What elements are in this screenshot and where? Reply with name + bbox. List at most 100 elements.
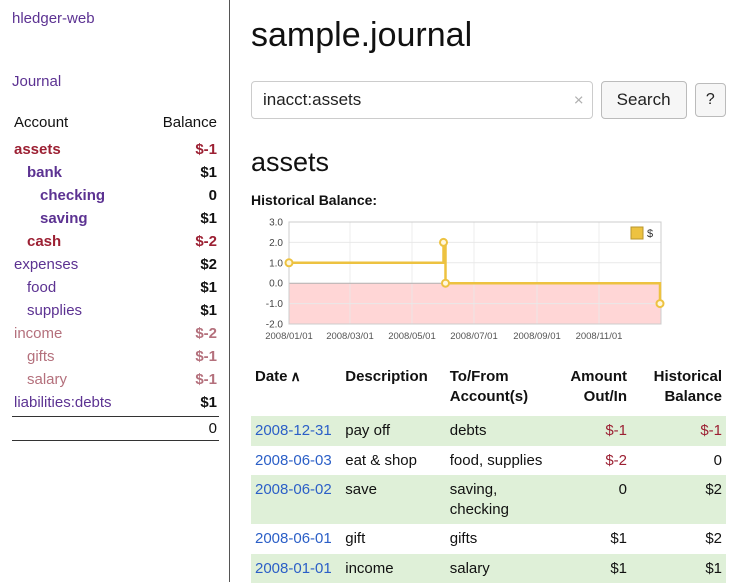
account-balance: $-1: [195, 141, 217, 158]
transaction-date-link[interactable]: 2008-01-01: [255, 560, 332, 577]
y-tick-label: -2.0: [266, 320, 284, 331]
sidebar-account-row: supplies $1: [12, 299, 219, 322]
register-amount-cell: $-2: [550, 446, 631, 476]
data-point-marker: [440, 239, 447, 246]
account-page-title: assets: [251, 147, 726, 178]
transaction-date-link[interactable]: 2008-06-02: [255, 481, 332, 498]
register-accounts-cell: debts: [446, 416, 551, 446]
x-tick-label: 2008/05/01: [388, 331, 436, 342]
register-balance-cell: $1: [631, 554, 726, 583]
account-balance: $1: [200, 302, 217, 319]
register-description-cell: pay off: [341, 416, 446, 446]
account-link[interactable]: supplies: [14, 302, 82, 319]
help-button[interactable]: ?: [695, 83, 726, 117]
register-description-cell: save: [341, 475, 446, 524]
accounts-total-value: 0: [209, 420, 217, 437]
account-balance: $-1: [195, 371, 217, 388]
register-accounts-cell: saving, checking: [446, 475, 551, 524]
account-balance: $-1: [195, 348, 217, 365]
historical-balance-chart: 3.0 2.0 1.0 0.0 -1.0 -2.02008/01/01 2008/03/01…: [251, 216, 671, 346]
search-button[interactable]: Search: [601, 81, 687, 119]
account-link[interactable]: income: [14, 325, 62, 342]
main-content: sample.journal × Search ? assets Histori…: [231, 0, 742, 582]
register-date-cell: 2008-06-02: [251, 475, 341, 524]
column-header-accounts: To/From Account(s): [446, 363, 551, 416]
accounts-header-balance: Balance: [163, 114, 217, 131]
sidebar-account-row: bank $1: [12, 161, 219, 184]
x-tick-label: 2008/03/01: [326, 331, 374, 342]
column-header-amount: Amount Out/In: [550, 363, 631, 416]
register-amount-cell: $1: [550, 524, 631, 554]
legend-swatch: [631, 227, 643, 239]
register-header-row: Date∧ Description To/From Account(s) Amo…: [251, 363, 726, 416]
column-header-balance: Historical Balance: [631, 363, 726, 416]
column-header-date[interactable]: Date∧: [251, 363, 341, 416]
y-tick-label: 3.0: [269, 218, 283, 229]
register-description-cell: income: [341, 554, 446, 583]
register-description-cell: eat & shop: [341, 446, 446, 476]
register-balance-cell: 0: [631, 446, 726, 476]
register-date-cell: 2008-06-01: [251, 524, 341, 554]
transaction-date-link[interactable]: 2008-12-31: [255, 422, 332, 439]
register-description-cell: gift: [341, 524, 446, 554]
x-tick-label: 2008/09/01: [513, 331, 561, 342]
register-amount-cell: $-1: [550, 416, 631, 446]
register-row: 2008-01-01 income salary $1 $1: [251, 554, 726, 583]
accounts-header-account: Account: [14, 114, 68, 131]
data-point-marker: [442, 280, 449, 287]
accounts-header: Account Balance: [12, 112, 219, 138]
account-link[interactable]: saving: [14, 210, 88, 227]
register-body: 2008-12-31 pay off debts $-1 $-1 2008-06…: [251, 416, 726, 583]
register-accounts-cell: salary: [446, 554, 551, 583]
sidebar-account-row: salary $-1: [12, 368, 219, 391]
y-tick-label: 2.0: [269, 238, 283, 249]
x-tick-label: 2008/01/01: [265, 331, 313, 342]
account-balance: 0: [209, 187, 217, 204]
register-row: 2008-06-01 gift gifts $1 $2: [251, 524, 726, 554]
clear-search-icon[interactable]: ×: [574, 92, 584, 109]
register-accounts-cell: gifts: [446, 524, 551, 554]
sidebar-accounts: assets $-1 bank $1 checking 0 saving $1 …: [12, 138, 219, 414]
account-link[interactable]: salary: [14, 371, 67, 388]
account-balance: $1: [200, 164, 217, 181]
sort-asc-icon: ∧: [291, 368, 301, 384]
sidebar-account-row: checking 0: [12, 184, 219, 207]
register-row: 2008-06-03 eat & shop food, supplies $-2…: [251, 446, 726, 476]
register-accounts-cell: food, supplies: [446, 446, 551, 476]
register-amount-cell: $1: [550, 554, 631, 583]
sidebar-item-journal[interactable]: Journal: [12, 73, 219, 90]
register-balance-cell: $-1: [631, 416, 726, 446]
sidebar: hledger-web Journal Account Balance asse…: [0, 0, 230, 582]
transaction-date-link[interactable]: 2008-06-03: [255, 452, 332, 469]
search-box: ×: [251, 81, 593, 119]
account-link[interactable]: liabilities:debts: [14, 394, 112, 411]
chart-label: Historical Balance:: [251, 192, 726, 208]
search-bar: × Search ?: [251, 81, 726, 119]
page-title: sample.journal: [251, 16, 726, 55]
y-tick-label: -1.0: [266, 299, 284, 310]
y-tick-label: 1.0: [269, 258, 283, 269]
register-date-cell: 2008-01-01: [251, 554, 341, 583]
account-link[interactable]: checking: [14, 187, 105, 204]
transaction-date-link[interactable]: 2008-06-01: [255, 530, 332, 547]
sidebar-account-row: expenses $2: [12, 253, 219, 276]
register-row: 2008-06-02 save saving, checking 0 $2: [251, 475, 726, 524]
sidebar-account-row: food $1: [12, 276, 219, 299]
y-tick-label: 0.0: [269, 279, 283, 290]
register-table: Date∧ Description To/From Account(s) Amo…: [251, 363, 726, 583]
account-link[interactable]: food: [14, 279, 56, 296]
x-tick-label: 2008/07/01: [450, 331, 498, 342]
search-input[interactable]: [251, 81, 593, 119]
sidebar-account-row: gifts $-1: [12, 345, 219, 368]
accounts-tree: Account Balance assets $-1 bank $1 check…: [12, 112, 219, 441]
account-link[interactable]: assets: [14, 141, 61, 158]
account-link[interactable]: expenses: [14, 256, 78, 273]
account-balance: $-2: [195, 325, 217, 342]
sidebar-account-row: assets $-1: [12, 138, 219, 161]
sidebar-account-row: liabilities:debts $1: [12, 391, 219, 414]
account-link[interactable]: cash: [14, 233, 61, 250]
account-link[interactable]: bank: [14, 164, 62, 181]
app-title-link[interactable]: hledger-web: [12, 10, 219, 27]
account-balance: $1: [200, 394, 217, 411]
account-link[interactable]: gifts: [14, 348, 55, 365]
